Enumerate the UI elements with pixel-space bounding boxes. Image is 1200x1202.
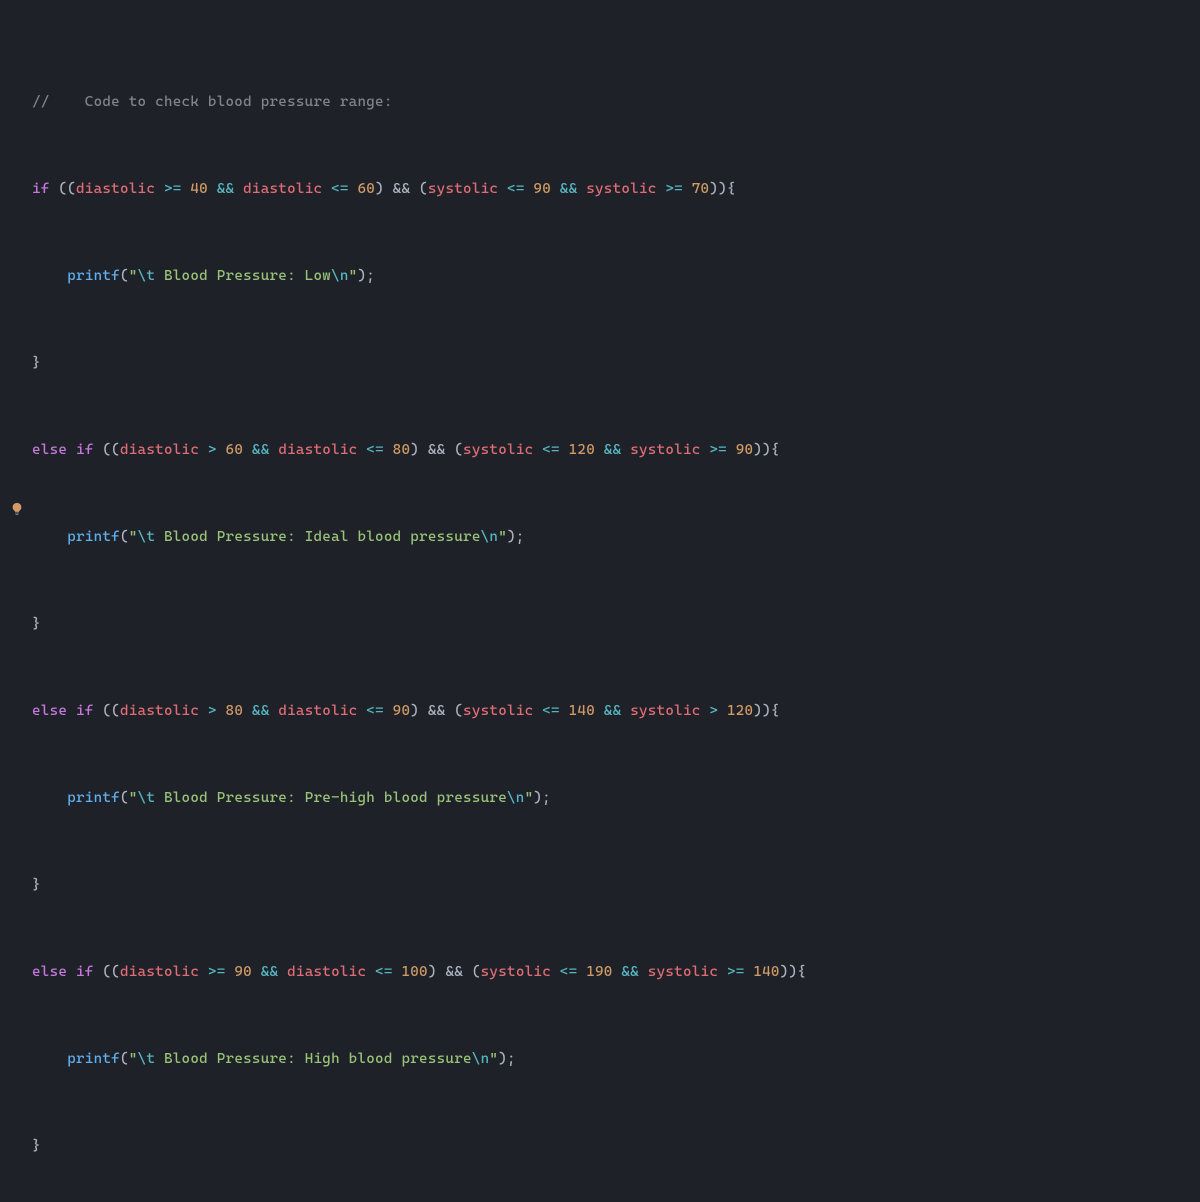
comment-token: // Code to check blood pressure range: bbox=[32, 94, 393, 110]
code-line[interactable]: printf("\t Blood Pressure: Ideal blood p… bbox=[32, 523, 1200, 552]
code-line[interactable]: // Code to check blood pressure range: bbox=[32, 88, 1200, 117]
code-line[interactable]: else if ((diastolic >= 90 && diastolic <… bbox=[32, 958, 1200, 987]
keyword-token: if bbox=[32, 181, 50, 197]
code-line[interactable]: } bbox=[32, 610, 1200, 639]
code-line[interactable]: } bbox=[32, 349, 1200, 378]
code-line[interactable]: else if ((diastolic > 60 && diastolic <=… bbox=[32, 436, 1200, 465]
code-line[interactable]: } bbox=[32, 1132, 1200, 1161]
code-line[interactable]: } bbox=[32, 871, 1200, 900]
code-editor[interactable]: // Code to check blood pressure range: i… bbox=[0, 0, 1200, 1202]
code-line[interactable]: printf("\t Blood Pressure: Pre-high bloo… bbox=[32, 784, 1200, 813]
code-line[interactable]: printf("\t Blood Pressure: High blood pr… bbox=[32, 1045, 1200, 1074]
code-line[interactable]: if ((diastolic >= 40 && diastolic <= 60)… bbox=[32, 175, 1200, 204]
lightbulb-icon[interactable] bbox=[10, 502, 24, 516]
code-line[interactable]: printf("\t Blood Pressure: Low\n"); bbox=[32, 262, 1200, 291]
code-line[interactable]: else if ((diastolic > 80 && diastolic <=… bbox=[32, 697, 1200, 726]
